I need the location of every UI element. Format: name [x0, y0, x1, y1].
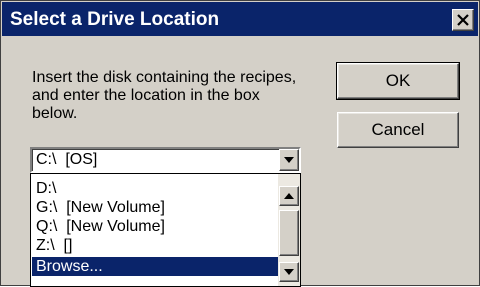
window-title: Select a Drive Location: [10, 9, 220, 30]
cancel-button[interactable]: Cancel: [337, 112, 459, 148]
scroll-down-button[interactable]: [279, 262, 299, 282]
close-icon: [457, 14, 469, 26]
select-drive-dialog: Select a Drive Location Insert the disk …: [0, 0, 480, 287]
ok-button[interactable]: OK: [336, 62, 460, 100]
arrow-down-icon: [284, 269, 294, 275]
drive-option-q[interactable]: Q:\ [New Volume]: [32, 217, 278, 236]
instruction-text: Insert the disk containing the recipes, …: [32, 69, 297, 122]
drive-option-d[interactable]: D:\: [32, 179, 278, 198]
close-button[interactable]: [452, 9, 474, 31]
drive-dropdown-list[interactable]: D:\ G:\ [New Volume] Q:\ [New Volume] Z:…: [30, 173, 301, 287]
drive-combobox[interactable]: C:\ [OS]: [30, 147, 301, 173]
arrow-up-icon: [284, 193, 294, 199]
scroll-thumb[interactable]: [279, 210, 299, 256]
dropdown-scrollbar[interactable]: [278, 174, 300, 286]
drive-option-browse[interactable]: Browse...: [32, 257, 278, 276]
title-bar[interactable]: Select a Drive Location: [2, 2, 478, 36]
drive-option-g[interactable]: G:\ [New Volume]: [32, 198, 278, 217]
scroll-up-button[interactable]: [279, 186, 299, 206]
drive-option-z[interactable]: Z:\ []: [32, 236, 278, 255]
drive-combobox-dropdown-button[interactable]: [279, 149, 299, 171]
chevron-down-icon: [284, 157, 294, 163]
drive-combobox-value: C:\ [OS]: [36, 151, 98, 168]
